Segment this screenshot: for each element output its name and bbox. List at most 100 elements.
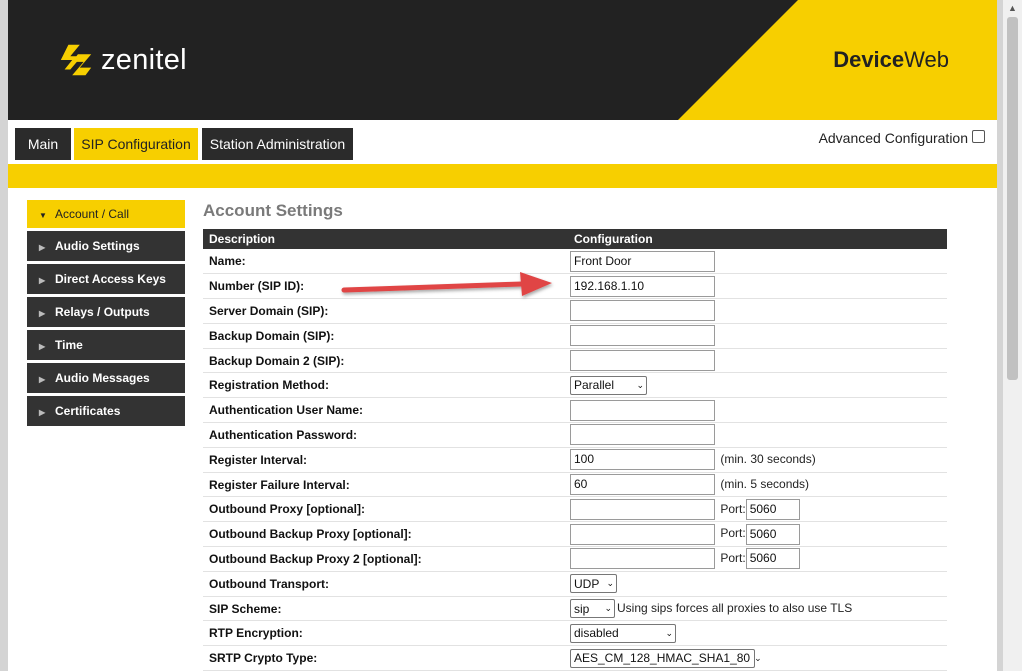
port-label: Port: [720,501,746,516]
sidebar-item-direct-access-keys[interactable]: ▶ Direct Access Keys [27,264,185,294]
sidebar-item-audio-settings[interactable]: ▶ Audio Settings [27,231,185,261]
sidebar-item-label: Direct Access Keys [55,272,166,286]
caret-right-icon: ▶ [39,408,46,417]
register-interval-field[interactable]: 100 [570,449,715,471]
caret-right-icon: ▶ [39,309,46,318]
tab-main[interactable]: Main [15,128,71,160]
scroll-up-icon[interactable]: ▲ [1003,0,1022,17]
table-row: Outbound Transport: UDP ⌄ [203,571,947,597]
page: zenitel DeviceWeb Main SIP Configuration… [0,0,1003,671]
header: zenitel DeviceWeb [8,0,997,120]
backup-domain-2-field[interactable] [570,350,715,372]
tab-bar: Main SIP Configuration Station Administr… [8,120,997,164]
outbound-proxy-port-field[interactable]: 5060 [745,498,800,520]
table-row: SIP Scheme: sip ⌄ Using sips forces all pr… [203,596,947,622]
sidebar: ▼ Account / Call ▶ Audio Settings ▶ Direct … [27,200,185,429]
chevron-down-icon: ⌄ [636,379,644,390]
chevron-down-icon: ⌄ [665,627,673,638]
rtp-encryption-select[interactable]: disabled ⌄ [570,623,676,643]
scrollbar-thumb[interactable] [1007,17,1018,380]
tab-station-administration[interactable]: Station Administration [202,128,353,160]
outbound-backup-proxy-field[interactable] [570,523,715,545]
column-header-description: Description [203,229,568,249]
table-row: RTP Encryption: disabled ⌄ [203,620,947,647]
caret-right-icon: ▶ [39,243,46,252]
registration-method-select[interactable]: Parallel ⌄ [570,375,647,395]
row-label: Outbound Transport: [203,571,568,597]
table-row: Authentication User Name: [203,397,947,424]
outbound-backup-proxy-2-port-field[interactable]: 5060 [745,548,800,570]
column-header-configuration: Configuration [568,229,947,249]
sidebar-item-label: Account / Call [55,207,130,221]
chevron-down-icon: ⌄ [754,652,762,663]
page-title: Account Settings [203,201,343,220]
table-row: SRTP Crypto Type: AES_CM_128_HMAC_SHA1_8… [203,645,947,671]
account-settings-table: Description Configuration Name: Front Do… [203,229,947,671]
sidebar-item-label: Relays / Outputs [55,305,150,319]
caret-right-icon: ▶ [39,342,46,351]
yellow-strip [8,164,997,188]
sidebar-item-relays-outputs[interactable]: ▶ Relays / Outputs [27,297,185,327]
name-field[interactable]: Front Door [570,250,715,272]
caret-down-icon: ▼ [39,211,47,220]
advanced-configuration: Advanced Configuration [819,129,985,146]
sip-scheme-select[interactable]: sip ⌄ [570,599,615,619]
advanced-configuration-checkbox[interactable] [972,129,985,143]
brand-name: zenitel [101,43,187,76]
sidebar-item-label: Certificates [55,404,121,418]
sidebar-item-account-call[interactable]: ▼ Account / Call [27,200,185,228]
table-row: Register Failure Interval: 60 (min. 5 se… [203,472,947,498]
outbound-transport-select[interactable]: UDP ⌄ [570,574,617,594]
row-label: Register Interval: [203,447,568,473]
table-row: Backup Domain (SIP): [203,323,947,349]
vertical-scrollbar[interactable]: ▲ [1003,0,1022,671]
row-label: Outbound Backup Proxy [optional]: [203,521,568,548]
row-label: SIP Scheme: [203,596,568,622]
srtp-crypto-type-select[interactable]: AES_CM_128_HMAC_SHA1_80 ⌄ [570,648,762,668]
table-header-row: Description Configuration [203,229,947,249]
sip-id-field[interactable]: 192.168.1.10 [570,275,715,297]
outbound-proxy-field[interactable] [570,498,715,520]
outbound-backup-proxy-2-field[interactable] [570,548,715,570]
row-label: Backup Domain (SIP): [203,323,568,349]
row-label: Authentication User Name: [203,397,568,424]
sidebar-item-certificates[interactable]: ▶ Certificates [27,396,185,426]
backup-domain-field[interactable] [570,325,715,347]
zenitel-logo: zenitel [57,40,187,80]
select-value: disabled [574,626,619,641]
chevron-down-icon: ⌄ [606,578,614,589]
table-row: Authentication Password: [203,422,947,448]
table-row: Outbound Backup Proxy [optional]: Port: 5… [203,521,947,548]
table-row: Number (SIP ID): 192.168.1.10 [203,273,947,300]
register-failure-hint: (min. 5 seconds) [720,476,810,491]
row-label: Register Failure Interval: [203,472,568,498]
product-title-bold: Device [833,47,905,72]
table-row: Registration Method: Parallel ⌄ [203,372,947,399]
register-interval-hint: (min. 30 seconds) [720,451,816,466]
row-label: Backup Domain 2 (SIP): [203,348,568,374]
sidebar-item-label: Audio Settings [55,239,140,253]
table-row: Server Domain (SIP): [203,298,947,324]
table-row: Backup Domain 2 (SIP): [203,348,947,374]
outbound-backup-proxy-port-field[interactable]: 5060 [745,523,800,545]
sidebar-item-audio-messages[interactable]: ▶ Audio Messages [27,363,185,393]
row-label: RTP Encryption: [203,620,568,647]
auth-username-field[interactable] [570,399,715,421]
auth-password-field[interactable] [570,424,715,446]
sidebar-item-time[interactable]: ▶ Time [27,330,185,360]
table-row: Name: Front Door [203,249,947,275]
red-arrow-annotation [341,272,552,296]
select-value: Parallel [574,378,615,393]
server-domain-field[interactable] [570,300,715,322]
row-label: Registration Method: [203,372,568,399]
zenitel-logo-icon [60,44,92,76]
table-row: Outbound Proxy [optional]: Port: 5060 [203,496,947,523]
caret-right-icon: ▶ [39,276,46,285]
tab-sip-configuration[interactable]: SIP Configuration [74,128,198,160]
chevron-down-icon: ⌄ [604,603,612,614]
table-row: Register Interval: 100 (min. 30 seconds) [203,447,947,473]
row-label: Authentication Password: [203,422,568,448]
register-failure-interval-field[interactable]: 60 [570,474,715,496]
port-label: Port: [720,551,746,566]
row-label: SRTP Crypto Type: [203,645,568,671]
